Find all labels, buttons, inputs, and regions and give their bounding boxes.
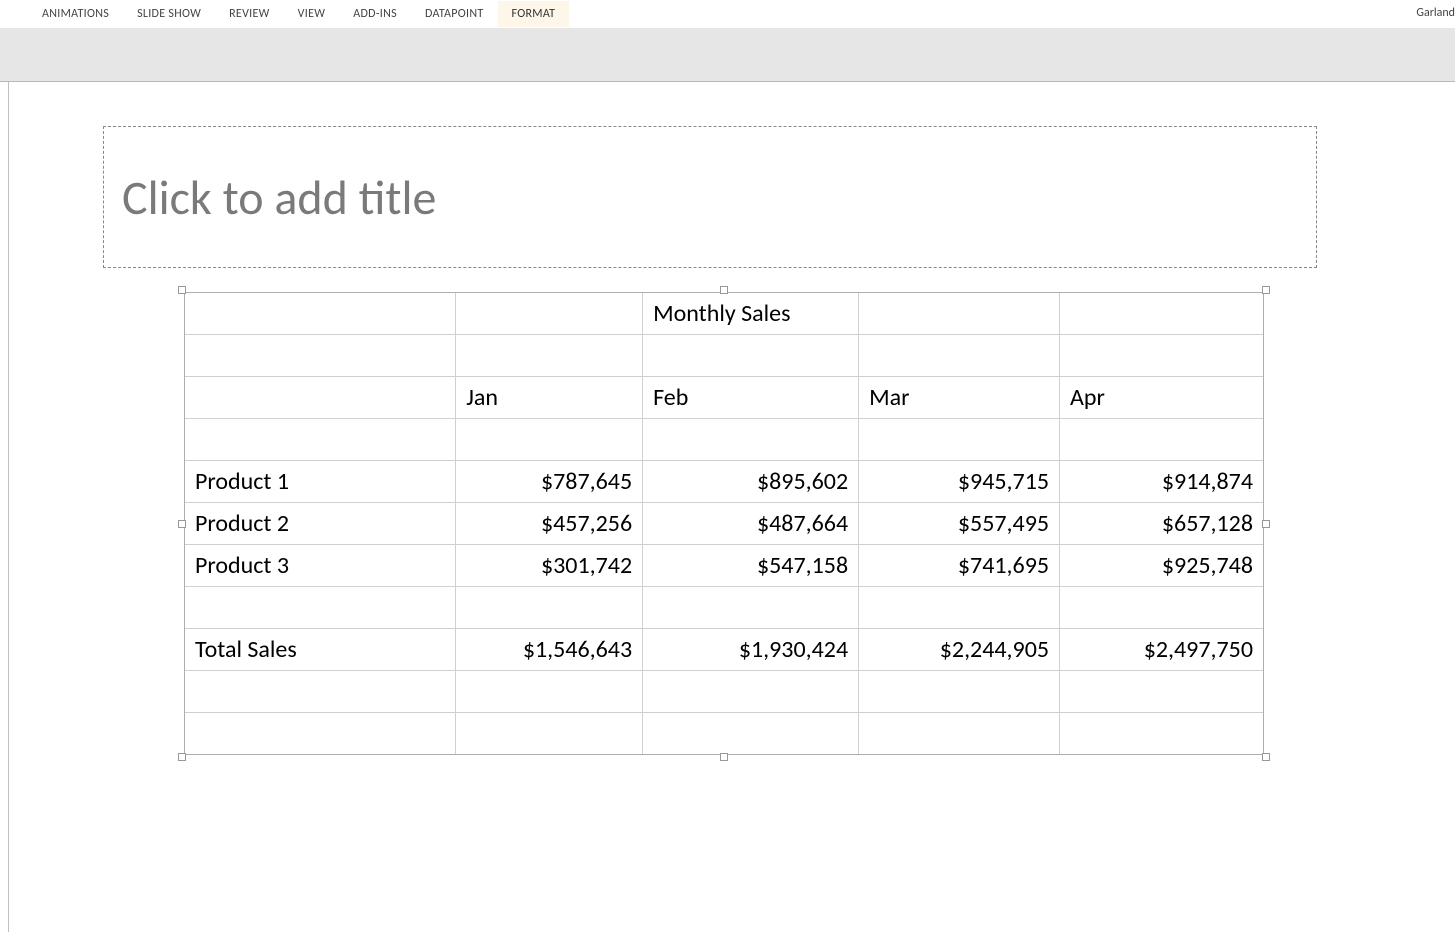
ribbon-toolbar [0, 28, 1455, 82]
tab-animations[interactable]: ANIMATIONS [28, 1, 123, 27]
tab-format[interactable]: FORMAT [498, 1, 570, 27]
selection-border [184, 292, 1264, 755]
ribbon-tabs: ANIMATIONS SLIDE SHOW REVIEW VIEW ADD-IN… [0, 0, 1455, 28]
tab-review[interactable]: REVIEW [215, 1, 284, 27]
slide-canvas[interactable]: Click to add title [8, 82, 1448, 932]
title-placeholder[interactable]: Click to add title [103, 126, 1317, 268]
tab-add-ins[interactable]: ADD-INS [339, 1, 411, 27]
tab-view[interactable]: VIEW [284, 1, 340, 27]
user-name[interactable]: Garland [1416, 6, 1455, 20]
title-placeholder-text: Click to add title [122, 168, 436, 227]
tab-slide-show[interactable]: SLIDE SHOW [123, 1, 215, 27]
table-object[interactable]: Monthly Sales Jan Feb Mar Apr [184, 292, 1264, 755]
tab-datapoint[interactable]: DATAPOINT [411, 1, 498, 27]
